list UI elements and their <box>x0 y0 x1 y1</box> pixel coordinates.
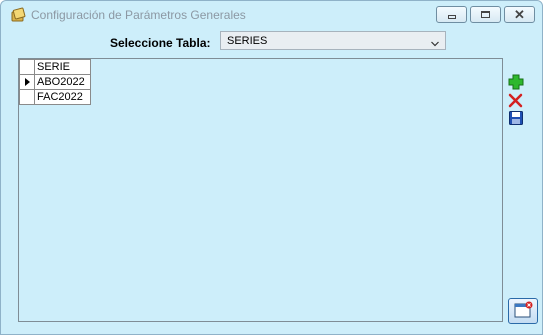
close-icon: ✕ <box>514 7 525 22</box>
delete-record-button[interactable] <box>508 92 524 108</box>
maximize-button[interactable] <box>470 6 501 23</box>
minimize-button[interactable] <box>436 6 467 23</box>
data-grid[interactable]: SERIE ABO2022 FAC2022 <box>18 58 503 322</box>
exit-window-icon <box>514 301 533 318</box>
save-record-button[interactable] <box>508 110 524 126</box>
delete-x-icon <box>508 93 523 108</box>
table-row[interactable]: FAC2022 <box>19 89 91 105</box>
title-bar[interactable]: Configuración de Parámetros Generales ✕ <box>1 1 542 29</box>
row-header-corner <box>19 59 35 75</box>
table-select-label: Seleccione Tabla: <box>110 36 211 50</box>
current-row-indicator-icon <box>25 78 30 86</box>
add-record-button[interactable] <box>508 74 524 90</box>
table-select-value: SERIES <box>227 35 268 47</box>
close-button[interactable]: ✕ <box>504 6 535 23</box>
config-window: Configuración de Parámetros Generales ✕ … <box>0 0 543 335</box>
maximize-icon <box>481 11 490 18</box>
table-cell-serie[interactable]: ABO2022 <box>34 74 91 90</box>
table-cell-serie[interactable]: FAC2022 <box>34 89 91 105</box>
table-row[interactable]: ABO2022 <box>19 74 91 90</box>
exit-button[interactable] <box>508 298 538 324</box>
minimize-icon <box>447 14 456 19</box>
column-header-serie[interactable]: SERIE <box>34 59 91 75</box>
row-selector[interactable] <box>19 74 35 90</box>
row-selector[interactable] <box>19 89 35 105</box>
floppy-disk-icon <box>509 111 523 125</box>
chevron-down-icon <box>431 35 439 47</box>
plus-icon <box>508 74 524 90</box>
series-table: SERIE ABO2022 FAC2022 <box>19 59 91 105</box>
window-title: Configuración de Parámetros Generales <box>31 8 246 22</box>
table-select[interactable]: SERIES <box>220 31 446 50</box>
table-header-row: SERIE <box>19 59 91 75</box>
form-icon <box>10 7 26 23</box>
